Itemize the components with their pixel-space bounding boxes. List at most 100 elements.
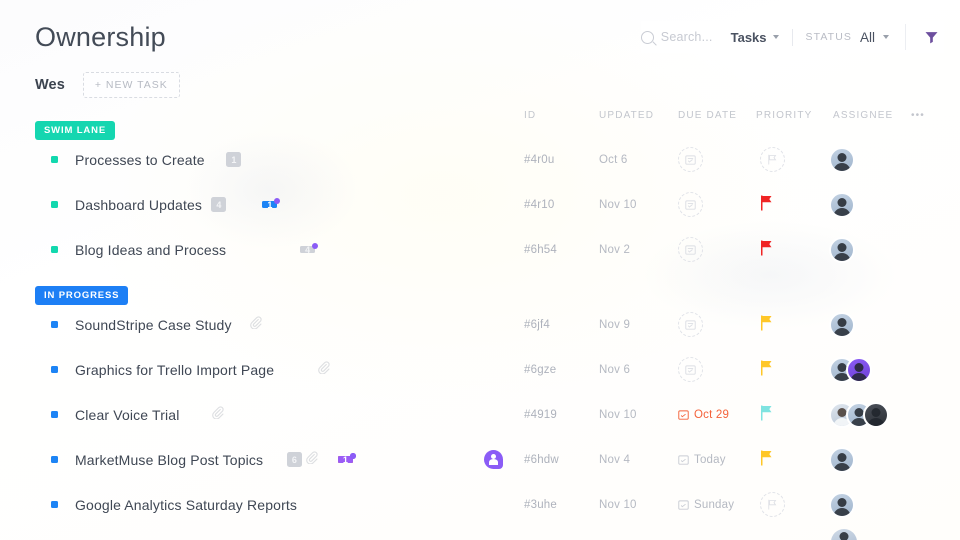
task-name[interactable]: Clear Voice Trial <box>75 407 179 423</box>
task-priority[interactable] <box>760 195 774 214</box>
task-priority[interactable] <box>760 315 774 334</box>
status-filter-dropdown[interactable]: STATUS All <box>806 30 889 45</box>
due-date-placeholder[interactable] <box>678 147 703 172</box>
task-badge[interactable]: 1 <box>262 198 281 210</box>
task-name[interactable]: SoundStripe Case Study <box>75 317 232 333</box>
task-due-date[interactable] <box>678 237 703 262</box>
task-badge[interactable]: 1 <box>337 453 356 465</box>
task-priority[interactable] <box>760 405 774 424</box>
priority-placeholder[interactable] <box>760 147 785 172</box>
task-id[interactable]: #6gze <box>524 364 556 376</box>
filter-button[interactable] <box>918 24 944 50</box>
task-assignee[interactable] <box>829 446 855 473</box>
avatar[interactable] <box>846 356 872 383</box>
status-filter-label: STATUS <box>805 31 852 43</box>
column-header-id[interactable]: ID <box>524 110 536 121</box>
due-date-placeholder[interactable] <box>678 357 703 382</box>
task-assignee[interactable] <box>829 236 855 263</box>
task-name[interactable]: Google Analytics Saturday Reports <box>75 497 297 513</box>
task-assignee[interactable] <box>829 146 855 173</box>
table-row[interactable]: Clear Voice Trial #4919 Nov 10 Oct 29 <box>0 392 960 437</box>
task-priority[interactable] <box>760 147 785 172</box>
status-dot <box>51 366 58 373</box>
task-priority[interactable] <box>760 360 774 379</box>
due-date-placeholder[interactable] <box>678 312 703 337</box>
task-id[interactable]: #4r10 <box>524 199 554 211</box>
column-header-updated[interactable]: UPDATED <box>599 110 654 121</box>
task-assignee[interactable] <box>829 401 889 428</box>
due-date-placeholder[interactable] <box>678 237 703 262</box>
status-dot <box>51 246 58 253</box>
task-assignee[interactable] <box>829 311 855 338</box>
column-options-button[interactable]: ••• <box>911 110 925 121</box>
task-badge[interactable]: 4 <box>300 243 319 255</box>
task-assignee[interactable] <box>829 356 872 383</box>
avatar-partial[interactable] <box>831 529 857 540</box>
status-dot <box>51 321 58 328</box>
task-badges <box>211 405 224 424</box>
table-row[interactable]: MarketMuse Blog Post Topics61221#6hdwNov… <box>0 437 960 482</box>
priority-placeholder[interactable] <box>760 492 785 517</box>
due-date-placeholder[interactable] <box>678 192 703 217</box>
task-badge[interactable]: 4 <box>211 197 227 212</box>
task-name[interactable]: Blog Ideas and Process <box>75 242 226 258</box>
task-id[interactable]: #6h54 <box>524 244 557 256</box>
status-filter-value: All <box>859 29 875 45</box>
assignee-avatars[interactable] <box>829 191 855 218</box>
table-row[interactable]: Dashboard Updates 4 1 #4r10 Nov 10 <box>0 182 960 227</box>
task-due-date[interactable] <box>678 357 703 382</box>
task-due-date[interactable]: Oct 29 <box>678 409 729 421</box>
task-badge[interactable]: 6 <box>286 452 302 467</box>
task-name[interactable]: Graphics for Trello Import Page <box>75 362 274 378</box>
task-id[interactable]: #4r0u <box>524 154 554 166</box>
table-row[interactable]: SoundStripe Case Study #6jf4 Nov 9 <box>0 302 960 347</box>
avatar[interactable] <box>829 146 855 173</box>
task-name[interactable]: Processes to Create <box>75 152 205 168</box>
column-header-assignee[interactable]: ASSIGNEE <box>833 110 893 121</box>
avatar[interactable] <box>863 401 889 428</box>
task-due-date[interactable]: Today <box>678 454 726 466</box>
task-id[interactable]: #3uhe <box>524 499 557 511</box>
task-priority[interactable] <box>760 240 774 259</box>
column-header-due-date[interactable]: DUE DATE <box>678 110 737 121</box>
assignee-avatars[interactable] <box>829 236 855 263</box>
due-date-text: Sunday <box>694 498 735 511</box>
task-assignee[interactable] <box>829 191 855 218</box>
chevron-down-icon <box>883 35 889 39</box>
task-name[interactable]: Dashboard Updates <box>75 197 202 213</box>
task-id[interactable]: #6hdw <box>524 454 559 466</box>
task-name[interactable]: MarketMuse Blog Post Topics <box>75 452 263 468</box>
watcher-avatar-icon[interactable] <box>484 450 503 469</box>
task-id[interactable]: #6jf4 <box>524 319 550 331</box>
assignee-avatars[interactable] <box>829 446 855 473</box>
search-scope-dropdown[interactable]: Tasks <box>731 30 779 45</box>
table-row[interactable]: Graphics for Trello Import Page #6gze Nov … <box>0 347 960 392</box>
task-assignee[interactable] <box>829 491 855 518</box>
avatar[interactable] <box>829 446 855 473</box>
assignee-avatars[interactable] <box>829 401 889 428</box>
table-row[interactable]: Google Analytics Saturday Reports #3uhe No… <box>0 482 960 527</box>
avatar[interactable] <box>829 311 855 338</box>
avatar[interactable] <box>829 236 855 263</box>
avatar[interactable] <box>829 191 855 218</box>
task-due-date[interactable]: Sunday <box>678 499 734 511</box>
assignee-avatars[interactable] <box>829 146 855 173</box>
task-id[interactable]: #4919 <box>524 409 557 421</box>
column-header-priority[interactable]: PRIORITY <box>756 110 812 121</box>
task-due-date[interactable] <box>678 192 703 217</box>
task-priority[interactable] <box>760 450 774 469</box>
avatar[interactable] <box>829 491 855 518</box>
table-row[interactable]: Processes to Create 1 #4r0u Oct 6 <box>0 137 960 182</box>
assignee-avatars[interactable] <box>829 356 872 383</box>
new-task-button[interactable]: + NEW TASK <box>82 72 180 98</box>
divider <box>905 24 906 50</box>
table-row[interactable]: Blog Ideas and Process 4 #6h54 Nov 2 <box>0 227 960 272</box>
task-priority[interactable] <box>760 492 785 517</box>
assignee-avatars[interactable] <box>829 491 855 518</box>
priority-flag-icon <box>761 315 772 331</box>
assignee-avatars[interactable] <box>829 311 855 338</box>
task-due-date[interactable] <box>678 312 703 337</box>
task-due-date[interactable] <box>678 147 703 172</box>
task-badge[interactable]: 1 <box>226 152 242 167</box>
search-field[interactable]: Search... <box>640 22 721 52</box>
